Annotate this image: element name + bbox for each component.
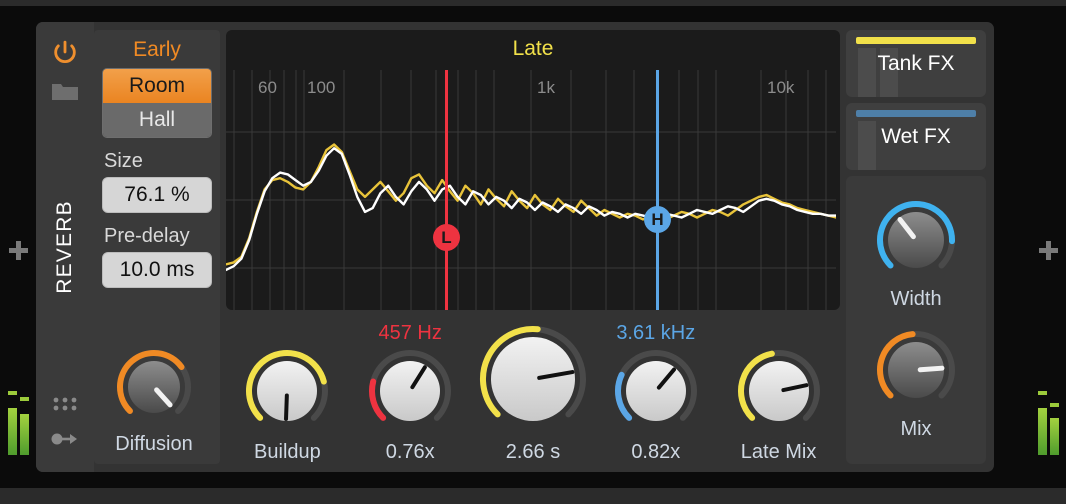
early-title: Early	[102, 38, 212, 62]
size-field[interactable]: 76.1 %	[102, 177, 212, 213]
level-meter-peak	[1038, 391, 1047, 395]
decay-time-knob[interactable]: 2.66 s	[473, 298, 593, 464]
knob-graphic[interactable]	[244, 348, 330, 434]
wet-fx-indicator-bar	[856, 110, 976, 117]
level-meter-bar	[1038, 408, 1047, 455]
knob-label: 2.66 s	[473, 441, 593, 464]
knob-graphic[interactable]	[875, 199, 957, 281]
freq-tick-100: 100	[307, 78, 335, 98]
low-mult-knob[interactable]: 457 Hz 0.76x	[350, 322, 470, 464]
knob-label: 0.82x	[596, 441, 716, 464]
level-meter-peak	[20, 397, 29, 401]
late-title: Late	[226, 37, 840, 61]
knob-label: Buildup	[227, 441, 347, 464]
level-meter-peak	[8, 391, 17, 395]
late-knob-row: Buildup 457 Hz 0.76x2.66 s 3.61 kHz 0.82xLat…	[226, 304, 840, 464]
response-curves	[226, 70, 836, 310]
plugin-window: REVERB Early RoomHall Size 76.1 % Pre-de…	[0, 0, 1066, 504]
knob-label: Diffusion	[94, 433, 214, 456]
size-label: Size	[104, 150, 212, 173]
knob-graphic[interactable]	[613, 348, 699, 434]
mix-knob[interactable]: Mix	[856, 329, 976, 441]
modulator-arrow-icon[interactable]	[51, 432, 79, 446]
knob-value-top	[227, 322, 347, 346]
wet-fx-button[interactable]: Wet FX	[846, 103, 986, 170]
late-section: Late 60 100 1k 10k L H Buildup 457 Hz 0.76x2.6…	[226, 30, 840, 464]
knob-graphic[interactable]	[115, 348, 193, 426]
cursor-handle-h[interactable]: H	[644, 206, 671, 233]
predelay-field[interactable]: 10.0 ms	[102, 252, 212, 288]
output-level-meters	[1038, 408, 1059, 455]
knob-graphic[interactable]	[736, 348, 822, 434]
fx-chain-buttons: Tank FX Wet FX	[846, 30, 986, 170]
reverb-device: REVERB Early RoomHall Size 76.1 % Pre-de…	[36, 22, 994, 472]
early-mode-room[interactable]: Room	[103, 69, 211, 103]
output-section: Tank FX Wet FX Width Mix	[846, 30, 986, 464]
folder-icon[interactable]	[51, 80, 79, 102]
knob-value-top	[473, 298, 593, 322]
tank-fx-indicator-bar	[856, 37, 976, 44]
output-knob-panel: Width Mix	[846, 176, 986, 464]
level-meter-bar	[1050, 418, 1059, 455]
knob-label: 0.76x	[350, 441, 470, 464]
level-meter-peak	[1050, 403, 1059, 407]
freq-tick-1k: 1k	[537, 78, 555, 98]
knob-value-top	[719, 322, 839, 346]
knob-graphic[interactable]	[478, 324, 588, 434]
cursor-line-h[interactable]	[656, 70, 659, 310]
knob-value-top: 457 Hz	[350, 322, 470, 346]
frequency-display[interactable]: Late 60 100 1k 10k L H	[226, 30, 840, 310]
predelay-label: Pre-delay	[104, 225, 212, 248]
device-rail: REVERB	[36, 22, 94, 472]
early-mode-hall[interactable]: Hall	[103, 103, 211, 137]
level-meter-bar	[8, 408, 17, 455]
high-mult-knob[interactable]: 3.61 kHz 0.82x	[596, 322, 716, 464]
knob-value-top: 3.61 kHz	[596, 322, 716, 346]
width-knob[interactable]: Width	[856, 199, 976, 311]
freq-tick-60: 60	[258, 78, 277, 98]
input-level-meters	[8, 408, 29, 455]
tank-fx-button[interactable]: Tank FX	[846, 30, 986, 97]
host-strip-top	[0, 0, 1066, 6]
wet-fx-label: Wet FX	[846, 125, 986, 149]
buildup-knob[interactable]: Buildup	[227, 322, 347, 464]
add-device-left-icon[interactable]	[8, 240, 28, 260]
cursor-handle-l[interactable]: L	[433, 224, 460, 251]
freq-tick-10k: 10k	[767, 78, 794, 98]
knob-graphic[interactable]	[875, 329, 957, 411]
output-meter-column	[1030, 6, 1066, 488]
input-meter-column	[0, 6, 36, 488]
knob-graphic[interactable]	[367, 348, 453, 434]
knob-label: Width	[856, 288, 976, 311]
power-icon[interactable]	[52, 40, 78, 66]
early-section: Early RoomHall Size 76.1 % Pre-delay 10.…	[94, 30, 220, 464]
early-mode-selector[interactable]: RoomHall	[102, 68, 212, 138]
device-name: REVERB	[53, 200, 77, 294]
knob-label: Late Mix	[719, 441, 839, 464]
level-meter-bar	[20, 414, 29, 455]
cursor-line-l[interactable]	[445, 70, 448, 310]
diffusion-knob[interactable]: Diffusion	[94, 348, 220, 456]
knob-label: Mix	[856, 418, 976, 441]
tank-fx-label: Tank FX	[846, 52, 986, 76]
host-strip-bottom	[0, 488, 1066, 504]
grid-dots-icon[interactable]	[53, 396, 77, 412]
add-device-right-icon[interactable]	[1038, 240, 1058, 260]
late-mix-knob[interactable]: Late Mix	[719, 322, 839, 464]
